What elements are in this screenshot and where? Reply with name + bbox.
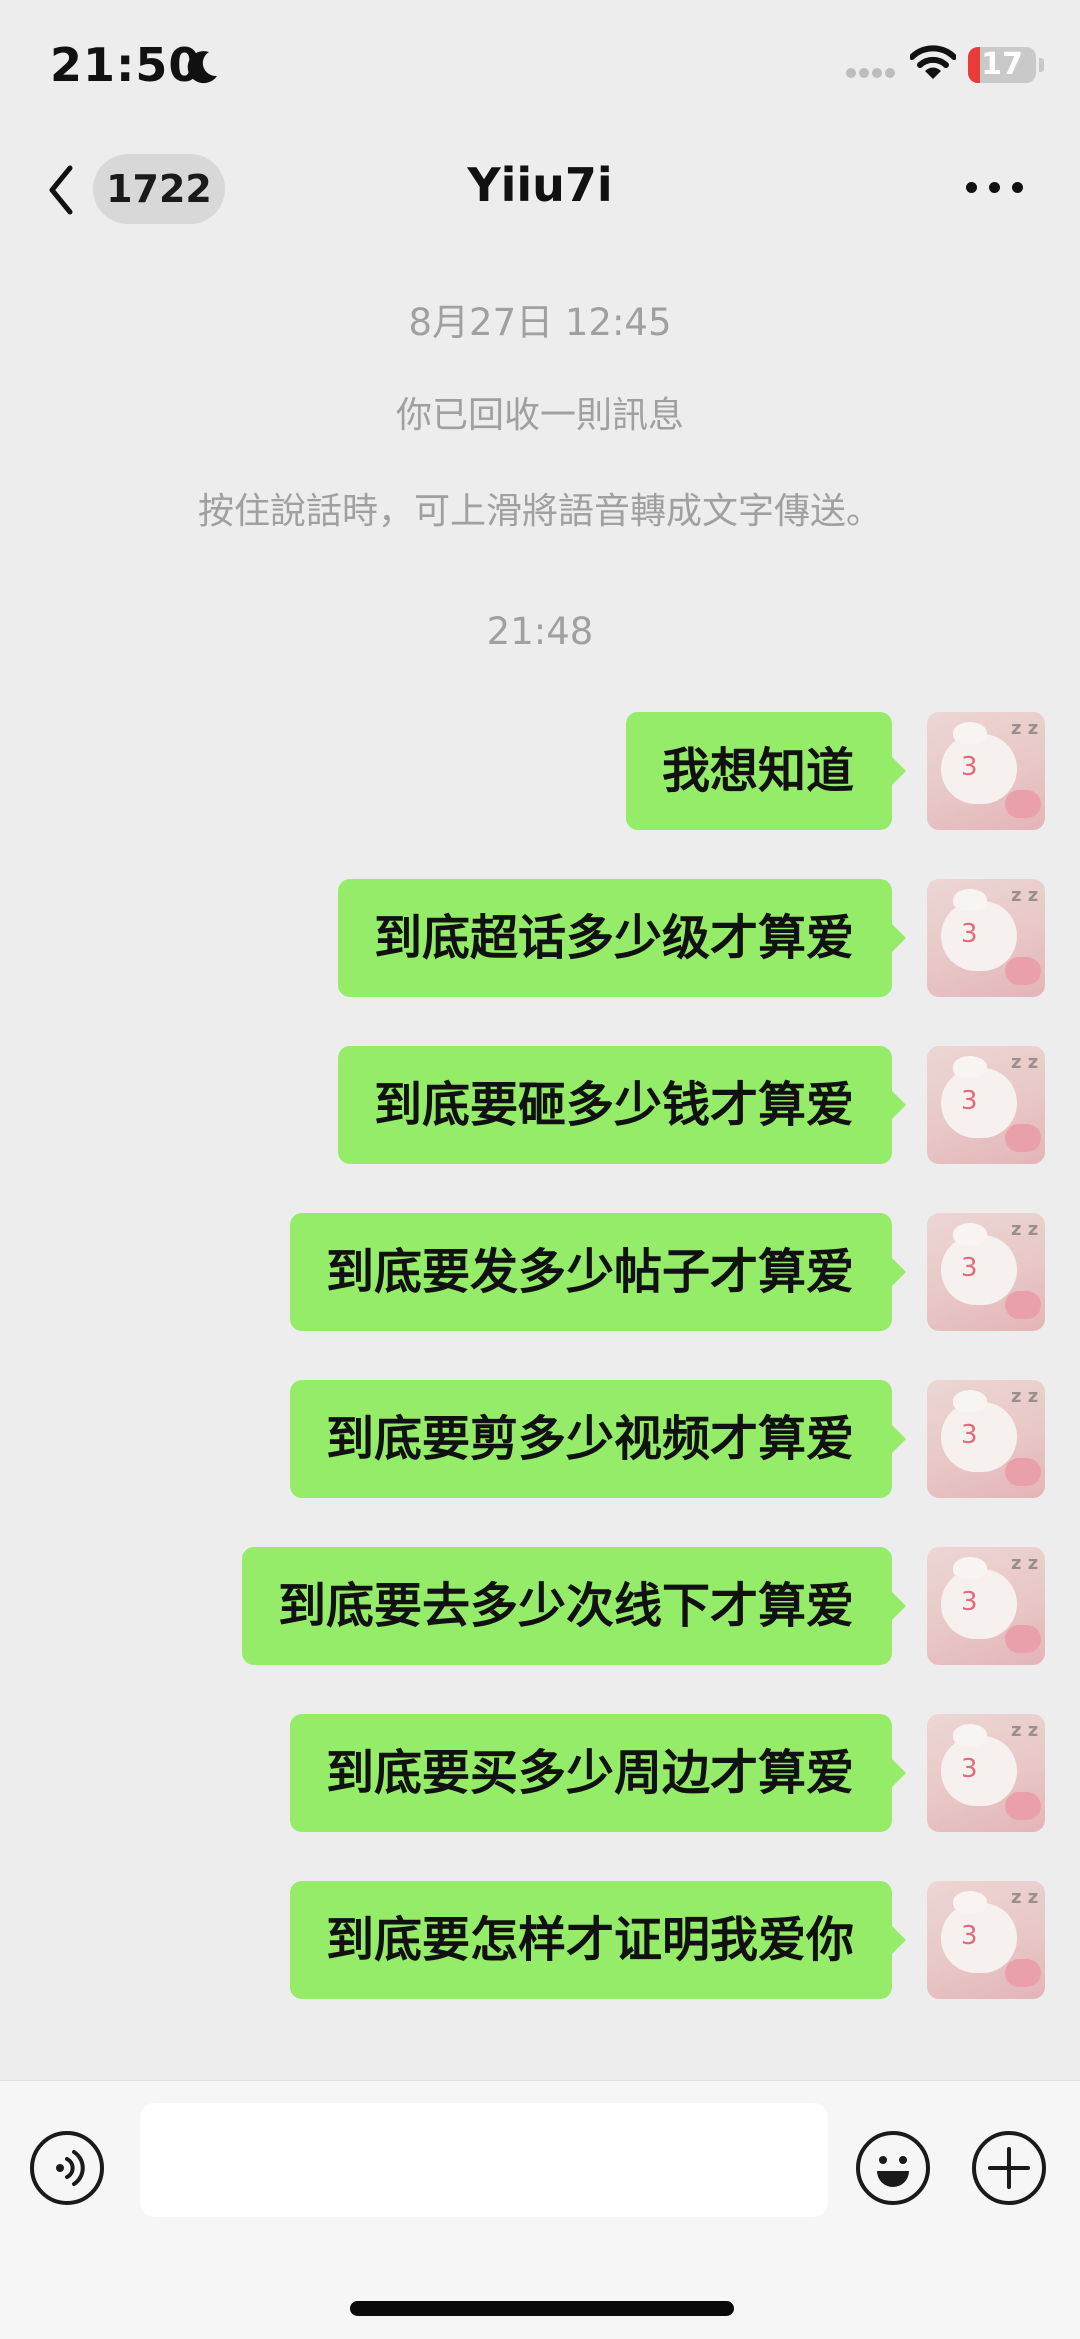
- timestamp: 8月27日 12:45: [408, 301, 672, 344]
- back-chevron-icon[interactable]: [40, 158, 80, 222]
- avatar[interactable]: 3z z: [927, 1046, 1045, 1164]
- bubble-tail: [891, 1424, 906, 1454]
- message-row: 到底要怎样才证明我爱你 3z z: [0, 1881, 1080, 1999]
- message-bubble[interactable]: 到底要砸多少钱才算爱: [337, 1046, 892, 1164]
- wifi-icon: [910, 45, 956, 79]
- message-bubble[interactable]: 我想知道: [625, 712, 892, 830]
- avatar[interactable]: 3z z: [927, 1881, 1045, 1999]
- message-row: 到底超话多少级才算爱 3z z: [0, 879, 1080, 997]
- chat-nav-bar: 1722 Yiiu7i: [0, 140, 1080, 240]
- bubble-tail: [891, 1758, 906, 1788]
- voice-tip: 按住說話時，可上滑將語音轉成文字傳送。: [197, 491, 882, 532]
- battery-cap: [1039, 58, 1044, 72]
- bubble-tail: [891, 923, 906, 953]
- message-row: 到底要去多少次线下才算爱 3z z: [0, 1547, 1080, 1665]
- message-bubble[interactable]: 到底要怎样才证明我爱你: [289, 1881, 892, 1999]
- message-row: 我想知道 3z z: [0, 712, 1080, 830]
- message-bubble[interactable]: 到底要买多少周边才算爱: [289, 1714, 892, 1832]
- status-time: 21:50: [50, 38, 202, 92]
- avatar[interactable]: 3z z: [927, 712, 1045, 830]
- avatar[interactable]: 3z z: [927, 1213, 1045, 1331]
- avatar[interactable]: 3z z: [927, 879, 1045, 997]
- plus-icon[interactable]: [972, 2131, 1046, 2205]
- bubble-tail: [891, 1090, 906, 1120]
- bubble-tail: [891, 1257, 906, 1287]
- battery-percent: 17: [981, 47, 1023, 82]
- message-row: 到底要发多少帖子才算爱 3z z: [0, 1213, 1080, 1331]
- message-bubble[interactable]: 到底要剪多少视频才算爱: [289, 1380, 892, 1498]
- message-input[interactable]: [140, 2103, 828, 2217]
- unread-count-badge[interactable]: 1722: [93, 154, 225, 224]
- avatar[interactable]: 3z z: [927, 1380, 1045, 1498]
- emoji-icon[interactable]: [856, 2131, 930, 2205]
- message-row: 到底要买多少周边才算爱 3z z: [0, 1714, 1080, 1832]
- moon-icon: [187, 51, 217, 84]
- avatar[interactable]: 3z z: [927, 1714, 1045, 1832]
- bubble-tail: [891, 756, 906, 786]
- bubble-tail: [891, 1591, 906, 1621]
- signal-icon: [846, 68, 895, 78]
- voice-icon[interactable]: [30, 2131, 104, 2205]
- recalled-notice: 你已回收一則訊息: [395, 395, 684, 436]
- more-dots-icon[interactable]: [960, 168, 1030, 208]
- status-bar: 21:50 17: [0, 0, 1080, 130]
- avatar[interactable]: 3z z: [927, 1547, 1045, 1665]
- message-bubble[interactable]: 到底超话多少级才算爱: [337, 879, 892, 997]
- message-row: 到底要砸多少钱才算爱 3z z: [0, 1046, 1080, 1164]
- home-indicator[interactable]: [350, 2301, 734, 2316]
- bubble-tail: [891, 1925, 906, 1955]
- battery-icon: 17: [968, 47, 1036, 83]
- message-row: 到底要剪多少视频才算爱 3z z: [0, 1380, 1080, 1498]
- message-bubble[interactable]: 到底要去多少次线下才算爱: [241, 1547, 892, 1665]
- message-bubble[interactable]: 到底要发多少帖子才算爱: [289, 1213, 892, 1331]
- timestamp: 21:48: [486, 610, 594, 653]
